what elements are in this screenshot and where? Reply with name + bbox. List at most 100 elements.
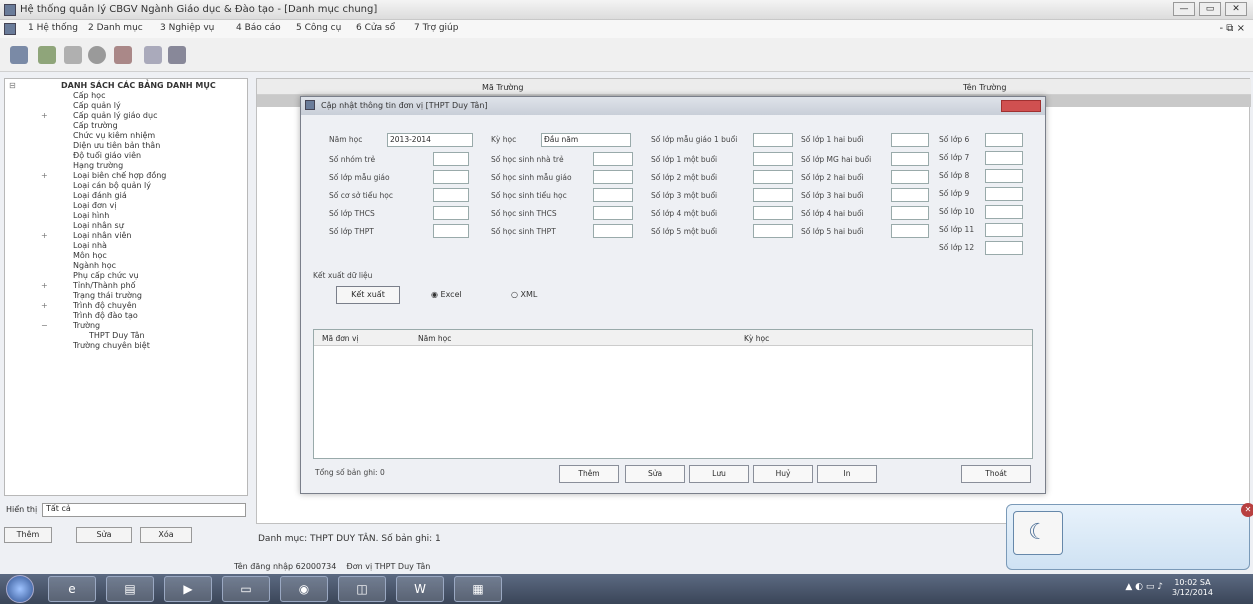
filter-select[interactable]: Tất cả: [42, 503, 246, 517]
dialog-save-button[interactable]: Lưu: [689, 465, 749, 483]
radio-excel[interactable]: ◉ Excel: [431, 290, 462, 299]
expand-icon[interactable]: +: [41, 281, 48, 290]
menu-danh-muc[interactable]: 2 Danh mục: [88, 23, 143, 33]
menu-he-thong[interactable]: 1 Hệ thống: [28, 23, 78, 33]
tree-item-do-tuoi[interactable]: Độ tuổi giáo viên: [73, 151, 141, 161]
tree-item-chuc-vu-kiem-nhiem[interactable]: Chức vụ kiêm nhiệm: [73, 131, 155, 141]
ie-icon[interactable]: e: [48, 576, 96, 602]
radio-xml[interactable]: ○ XML: [511, 290, 537, 299]
col4-input[interactable]: [891, 133, 929, 147]
tree-item-loai-nhan-vien[interactable]: Loại nhân viên: [73, 231, 131, 241]
tree-item-trang-thai[interactable]: Trạng thái trường: [73, 291, 142, 301]
tree-item-truong[interactable]: Trường: [73, 321, 100, 331]
col3-input[interactable]: [753, 152, 793, 166]
col2-input[interactable]: [593, 206, 633, 220]
start-button[interactable]: [6, 575, 34, 603]
col1-input[interactable]: [433, 224, 469, 238]
col3-input[interactable]: [753, 224, 793, 238]
col4-input[interactable]: [891, 170, 929, 184]
tree-item-cap-truong[interactable]: Cấp trường: [73, 121, 118, 131]
grid-col-ten-truong[interactable]: Tên Trường: [963, 83, 1006, 92]
menu-tro-giup[interactable]: 7 Trợ giúp: [414, 23, 458, 33]
collapse-icon[interactable]: ⊟: [9, 81, 16, 90]
col4-input[interactable]: [891, 188, 929, 202]
tree-item-tinh-thanh-pho[interactable]: Tỉnh/Thành phố: [73, 281, 136, 291]
tree-item-trinh-do-dao-tao[interactable]: Trình độ đào tạo: [73, 311, 138, 321]
col3-input[interactable]: [753, 170, 793, 184]
tree-item-trinh-do-chuyen[interactable]: Trình độ chuyên: [73, 301, 137, 311]
menu-cua-so[interactable]: 6 Cửa sổ: [356, 23, 395, 33]
maximize-button[interactable]: ▭: [1199, 2, 1221, 16]
minimize-button[interactable]: —: [1173, 2, 1195, 16]
col1-input[interactable]: [433, 152, 469, 166]
tool-icon-5[interactable]: [114, 46, 132, 64]
tree-item-thpt-duy-tan[interactable]: THPT Duy Tân: [89, 331, 145, 341]
tree-item-loai-danh-gia[interactable]: Loại đánh giá: [73, 191, 127, 201]
collapse-icon[interactable]: −: [41, 321, 48, 330]
notification-close-button[interactable]: ✕: [1241, 503, 1253, 517]
mdi-controls[interactable]: - ⧉ ×: [1220, 23, 1246, 34]
app-task-icon[interactable]: ▦: [454, 576, 502, 602]
col4-input[interactable]: [891, 206, 929, 220]
folder-icon[interactable]: ▭: [222, 576, 270, 602]
tree-item-cap-hoc[interactable]: Cấp học: [73, 91, 105, 101]
menu-bao-cao[interactable]: 4 Báo cáo: [236, 23, 281, 33]
tree-item-nganh-hoc[interactable]: Ngành học: [73, 261, 116, 271]
media-icon[interactable]: ▶: [164, 576, 212, 602]
tree-item-loai-bien-che[interactable]: Loại biên chế hợp đồng: [73, 171, 166, 181]
chrome-icon[interactable]: ◉: [280, 576, 328, 602]
ky-hoc-select[interactable]: Đầu năm: [541, 133, 631, 147]
tree-item-loai-can-bo[interactable]: Loại cán bộ quản lý: [73, 181, 151, 191]
grid-col-ma-don-vi[interactable]: Mã đơn vị: [322, 334, 358, 343]
dialog-edit-button[interactable]: Sửa: [625, 465, 685, 483]
col1-input[interactable]: [433, 188, 469, 202]
dialog-exit-button[interactable]: Thoát: [961, 465, 1031, 483]
col1-input[interactable]: [433, 170, 469, 184]
col4-input[interactable]: [891, 152, 929, 166]
col3-input[interactable]: [753, 206, 793, 220]
col5-input[interactable]: [985, 133, 1023, 147]
col2-input[interactable]: [593, 188, 633, 202]
notification-popup[interactable]: ☾ ✕: [1006, 503, 1253, 570]
col5-input[interactable]: [985, 169, 1023, 183]
grid-col-ky-hoc[interactable]: Kỳ học: [744, 334, 769, 343]
expand-icon[interactable]: +: [41, 171, 48, 180]
tool-icon-7[interactable]: [168, 46, 186, 64]
col1-input[interactable]: [433, 206, 469, 220]
system-tray-icons[interactable]: ▲ ◐ ▭ ♪: [1125, 582, 1163, 592]
col5-input[interactable]: [985, 205, 1023, 219]
window-icon[interactable]: ◫: [338, 576, 386, 602]
tree-item-truong-chuyen-biet[interactable]: Trường chuyên biệt: [73, 341, 150, 351]
tree-item-loai-nha[interactable]: Loại nhà: [73, 241, 107, 251]
dialog-close-button[interactable]: [1001, 100, 1041, 112]
col5-input[interactable]: [985, 151, 1023, 165]
expand-icon[interactable]: +: [41, 231, 48, 240]
tool-icon-2[interactable]: [38, 46, 56, 64]
tree-root[interactable]: DANH SÁCH CÁC BẢNG DANH MỤC: [61, 81, 216, 91]
tree-item-loai-nhan-su[interactable]: Loại nhân sự: [73, 221, 124, 231]
explorer-icon[interactable]: ▤: [106, 576, 154, 602]
menu-nghiep-vu[interactable]: 3 Nghiệp vụ: [160, 23, 214, 33]
export-button[interactable]: Kết xuất: [336, 286, 400, 304]
tree-item-cap-quan-ly-giao-duc[interactable]: Cấp quản lý giáo dục: [73, 111, 157, 121]
left-edit-button[interactable]: Sửa: [76, 527, 132, 543]
grid-col-nam-hoc[interactable]: Năm học: [418, 334, 451, 343]
word-icon[interactable]: W: [396, 576, 444, 602]
tree-item-phu-cap[interactable]: Phụ cấp chức vụ: [73, 271, 139, 281]
col3-input[interactable]: [753, 133, 793, 147]
tree-item-hang-truong[interactable]: Hạng trường: [73, 161, 123, 171]
close-window-button[interactable]: ✕: [1225, 2, 1247, 16]
tree-item-loai-don-vi[interactable]: Loại đơn vị: [73, 201, 116, 211]
clock[interactable]: 10:02 SA 3/12/2014: [1172, 578, 1213, 598]
left-delete-button[interactable]: Xóa: [140, 527, 192, 543]
tool-icon-6[interactable]: [144, 46, 162, 64]
dialog-cancel-button[interactable]: Huỷ: [753, 465, 813, 483]
col3-input[interactable]: [753, 188, 793, 202]
dialog-print-button[interactable]: In: [817, 465, 877, 483]
dialog-add-button[interactable]: Thêm: [559, 465, 619, 483]
tool-icon-3[interactable]: [64, 46, 82, 64]
col5-input[interactable]: [985, 223, 1023, 237]
col2-input[interactable]: [593, 224, 633, 238]
col2-input[interactable]: [593, 170, 633, 184]
tree-item-cap-quan-ly[interactable]: Cấp quản lý: [73, 101, 121, 111]
